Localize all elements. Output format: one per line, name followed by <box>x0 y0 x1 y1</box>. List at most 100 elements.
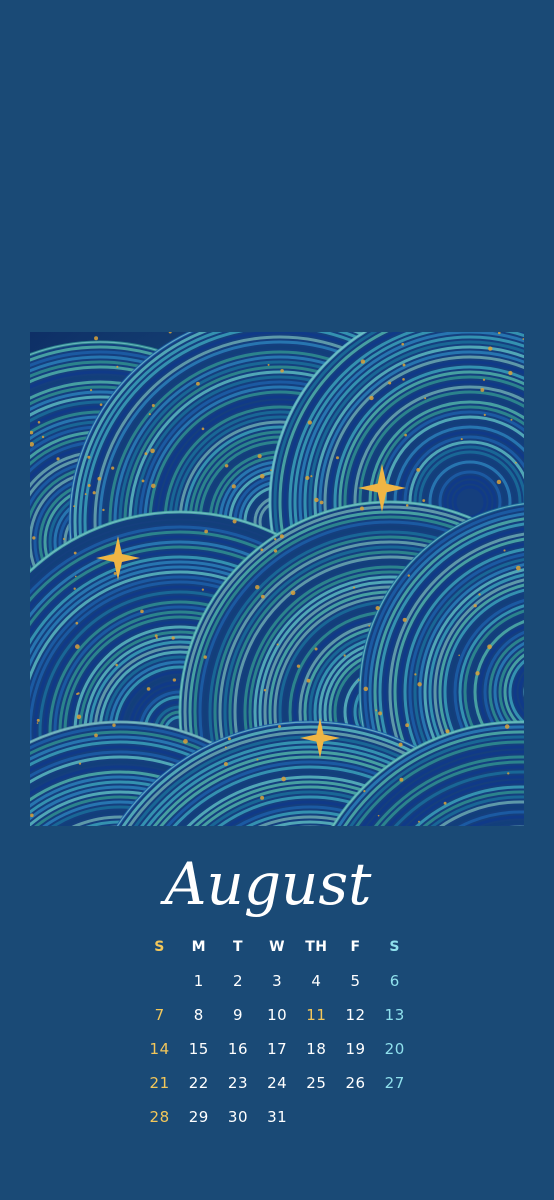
gold-speck <box>154 634 158 638</box>
day-cell: 22 <box>188 1074 209 1092</box>
gold-speck <box>414 673 417 676</box>
day-cell: 7 <box>154 1006 165 1024</box>
gold-speck <box>475 671 480 676</box>
weekday-header: T <box>232 939 243 955</box>
day-cell: 5 <box>350 972 361 990</box>
month-title: August <box>160 850 372 918</box>
day-cell: 30 <box>227 1108 249 1126</box>
gold-speck <box>279 534 284 539</box>
gold-speck <box>335 456 339 460</box>
day-cell: 12 <box>345 1006 366 1024</box>
gold-speck <box>296 664 301 668</box>
gold-speck <box>201 427 205 431</box>
weekday-header: S <box>154 939 165 955</box>
gold-speck <box>405 723 410 728</box>
gold-speck <box>144 452 148 456</box>
gold-speck <box>111 466 115 470</box>
gold-speck <box>92 491 96 495</box>
gold-speck <box>73 505 76 508</box>
weekday-header: W <box>269 939 286 955</box>
weekday-header: M <box>191 939 206 955</box>
gold-speck <box>256 758 259 761</box>
gold-speck <box>94 733 98 738</box>
gold-speck <box>171 636 175 640</box>
gold-speck <box>146 687 151 691</box>
gold-speck <box>359 506 364 511</box>
day-cell: 24 <box>267 1074 288 1092</box>
gold-speck <box>402 378 405 381</box>
day-cell: 17 <box>267 1040 288 1058</box>
gold-speck <box>307 420 312 425</box>
gold-speck <box>358 679 360 681</box>
day-cell: 14 <box>149 1040 170 1058</box>
gold-speck <box>416 467 421 472</box>
gold-speck <box>150 448 155 454</box>
gold-speck <box>232 519 237 524</box>
gold-speck <box>201 588 205 591</box>
gold-speck <box>257 454 262 459</box>
gold-speck <box>290 590 296 596</box>
day-cell: 25 <box>306 1074 327 1092</box>
gold-speck <box>487 644 492 650</box>
day-cell: 16 <box>227 1040 249 1058</box>
gold-speck <box>115 663 118 667</box>
gold-speck <box>375 709 378 712</box>
gold-speck <box>77 692 80 695</box>
month-title-text: August <box>160 850 372 918</box>
gold-speck <box>56 457 60 461</box>
gold-speck <box>488 346 493 351</box>
gold-speck <box>140 609 144 614</box>
gold-speck <box>460 438 463 441</box>
gold-speck <box>113 572 117 575</box>
gold-speck <box>510 418 513 421</box>
gold-speck <box>224 464 229 468</box>
gold-speck <box>112 723 116 727</box>
day-cell: 19 <box>345 1040 366 1058</box>
gold-speck <box>270 469 272 472</box>
gold-speck <box>260 594 265 599</box>
gold-speck <box>478 593 481 596</box>
gold-speck <box>377 814 380 817</box>
gold-speck <box>36 718 40 722</box>
gold-speck <box>482 378 486 381</box>
gold-speck <box>267 363 270 366</box>
gold-speck <box>314 647 318 651</box>
gold-speck <box>155 637 158 640</box>
gold-speck <box>515 565 521 571</box>
gold-speck <box>281 776 286 782</box>
day-cell: 2 <box>232 972 243 990</box>
gold-speck <box>363 686 369 692</box>
gold-speck <box>32 536 36 540</box>
gold-speck <box>504 724 510 729</box>
gold-speck <box>260 795 265 800</box>
gold-speck <box>73 551 77 555</box>
gold-speck <box>274 538 277 541</box>
gold-speck <box>388 381 392 385</box>
gold-speck <box>151 403 155 408</box>
gold-speck <box>87 455 91 459</box>
gold-speck <box>36 722 39 724</box>
gold-speck <box>445 729 450 734</box>
gold-speck <box>401 342 405 346</box>
gold-speck <box>483 413 486 416</box>
day-cell: 20 <box>384 1040 405 1058</box>
gold-speck <box>443 801 447 805</box>
weekday-header: TH <box>305 939 328 955</box>
day-cell: 23 <box>227 1074 249 1092</box>
gold-speck <box>141 479 145 483</box>
gold-speck <box>148 413 151 416</box>
gold-speck <box>458 654 460 657</box>
gold-speck <box>398 742 403 747</box>
gold-speck <box>306 678 311 683</box>
day-cell: 3 <box>272 972 283 990</box>
gold-speck <box>94 336 99 341</box>
gold-speck <box>319 500 324 505</box>
gold-speck <box>183 739 188 744</box>
gold-speck <box>231 484 236 489</box>
gold-speck <box>363 790 366 793</box>
day-cell: 26 <box>345 1074 366 1092</box>
gold-speck <box>223 761 228 766</box>
gold-speck <box>99 403 103 406</box>
gold-speck <box>62 538 65 541</box>
gold-speck <box>508 370 513 376</box>
